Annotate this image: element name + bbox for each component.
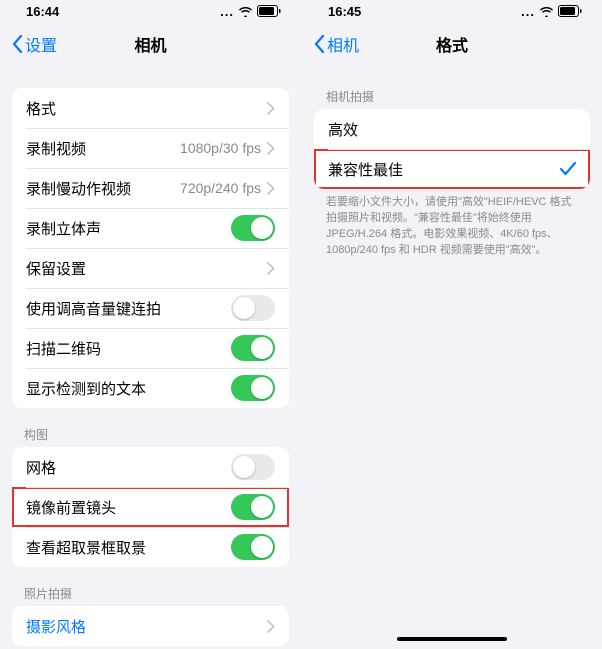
check-icon [560, 162, 576, 176]
chevron-right-icon [267, 262, 275, 275]
nav-title: 相机 [134, 32, 166, 56]
row-value: 720p/240 fps [180, 180, 261, 196]
group-formats: 高效兼容性最佳 [314, 109, 590, 189]
row-label: 录制视频 [26, 138, 180, 159]
composition-row[interactable]: 查看超取景框取景 [12, 527, 289, 567]
chevron-left-icon [314, 35, 325, 53]
capture-row[interactable]: 录制视频1080p/30 fps [12, 128, 289, 168]
capture-row[interactable]: 录制立体声 [12, 208, 289, 248]
row-label: 查看超取景框取景 [26, 537, 231, 558]
capture-row[interactable]: 使用调高音量键连拍 [12, 288, 289, 328]
row-label: 镜像前置镜头 [26, 497, 231, 518]
cellular-icon [521, 4, 535, 19]
row-label: 格式 [26, 98, 267, 119]
row-label: 录制立体声 [26, 218, 231, 239]
row-value: 1080p/30 fps [180, 140, 261, 156]
capture-row[interactable]: 格式 [12, 88, 289, 128]
battery-icon [558, 5, 582, 17]
battery-icon [257, 5, 281, 17]
group-capture: 格式录制视频1080p/30 fps录制慢动作视频720p/240 fps录制立… [12, 88, 289, 408]
nav-bar: 相机 格式 [302, 22, 602, 66]
row-label: 使用调高音量键连拍 [26, 298, 231, 319]
wifi-icon [238, 6, 253, 17]
capture-row[interactable]: 显示检测到的文本 [12, 368, 289, 408]
wifi-icon [539, 6, 554, 17]
cellular-icon [220, 4, 234, 19]
row-label: 显示检测到的文本 [26, 378, 231, 399]
row-label: 录制慢动作视频 [26, 178, 180, 199]
status-bar: 16:44 [0, 0, 301, 22]
capture-row[interactable]: 录制慢动作视频720p/240 fps [12, 168, 289, 208]
capture-row[interactable]: 保留设置 [12, 248, 289, 288]
chevron-right-icon [267, 620, 275, 633]
toggle-switch[interactable] [231, 494, 275, 520]
section-photo: 照片拍摄 [24, 585, 289, 602]
back-label: 相机 [327, 32, 359, 56]
formats-row[interactable]: 高效 [314, 109, 590, 149]
section-capture: 相机拍摄 [326, 88, 590, 105]
toggle-switch[interactable] [231, 215, 275, 241]
chevron-right-icon [267, 102, 275, 115]
chevron-right-icon [267, 182, 275, 195]
home-indicator[interactable] [397, 637, 507, 641]
formats-row[interactable]: 兼容性最佳 [314, 149, 590, 189]
back-button[interactable]: 相机 [310, 28, 363, 60]
formats-screen: 16:45 相机 格式 相机拍摄 高效兼容性最佳 若要缩小文件大小，请使用"高效… [301, 0, 602, 649]
row-label: 兼容性最佳 [328, 159, 560, 180]
row-label: 高效 [328, 119, 576, 140]
status-bar: 16:45 [302, 0, 602, 22]
nav-title: 格式 [436, 32, 468, 56]
status-time: 16:44 [26, 4, 59, 19]
toggle-switch[interactable] [231, 295, 275, 321]
group-composition: 网格镜像前置镜头查看超取景框取景 [12, 447, 289, 567]
status-right [521, 4, 582, 19]
toggle-switch[interactable] [231, 454, 275, 480]
chevron-left-icon [12, 35, 23, 53]
toggle-switch[interactable] [231, 375, 275, 401]
back-button[interactable]: 设置 [8, 28, 61, 60]
row-label: 网格 [26, 457, 231, 478]
row-label: 保留设置 [26, 258, 267, 279]
camera-settings-screen: 16:44 设置 相机 格式录制视频1080p/30 fps录制慢动作视频720… [0, 0, 301, 649]
scroll-area[interactable]: 格式录制视频1080p/30 fps录制慢动作视频720p/240 fps录制立… [0, 66, 301, 649]
toggle-switch[interactable] [231, 534, 275, 560]
toggle-switch[interactable] [231, 335, 275, 361]
section-composition: 构图 [24, 426, 289, 443]
nav-bar: 设置 相机 [0, 22, 301, 66]
scroll-area[interactable]: 相机拍摄 高效兼容性最佳 若要缩小文件大小，请使用"高效"HEIF/HEVC 格… [302, 66, 602, 649]
status-right [220, 4, 281, 19]
group-photo: 摄影风格 [12, 606, 289, 646]
row-label: 扫描二维码 [26, 338, 231, 359]
capture-row[interactable]: 扫描二维码 [12, 328, 289, 368]
status-time: 16:45 [328, 4, 361, 19]
chevron-right-icon [267, 142, 275, 155]
footer-formats: 若要缩小文件大小，请使用"高效"HEIF/HEVC 格式拍摄照片和视频。"兼容性… [326, 195, 578, 259]
composition-row[interactable]: 网格 [12, 447, 289, 487]
composition-row[interactable]: 镜像前置镜头 [12, 487, 289, 527]
back-label: 设置 [25, 32, 57, 56]
photo-row[interactable]: 摄影风格 [12, 606, 289, 646]
row-label: 摄影风格 [26, 616, 267, 637]
